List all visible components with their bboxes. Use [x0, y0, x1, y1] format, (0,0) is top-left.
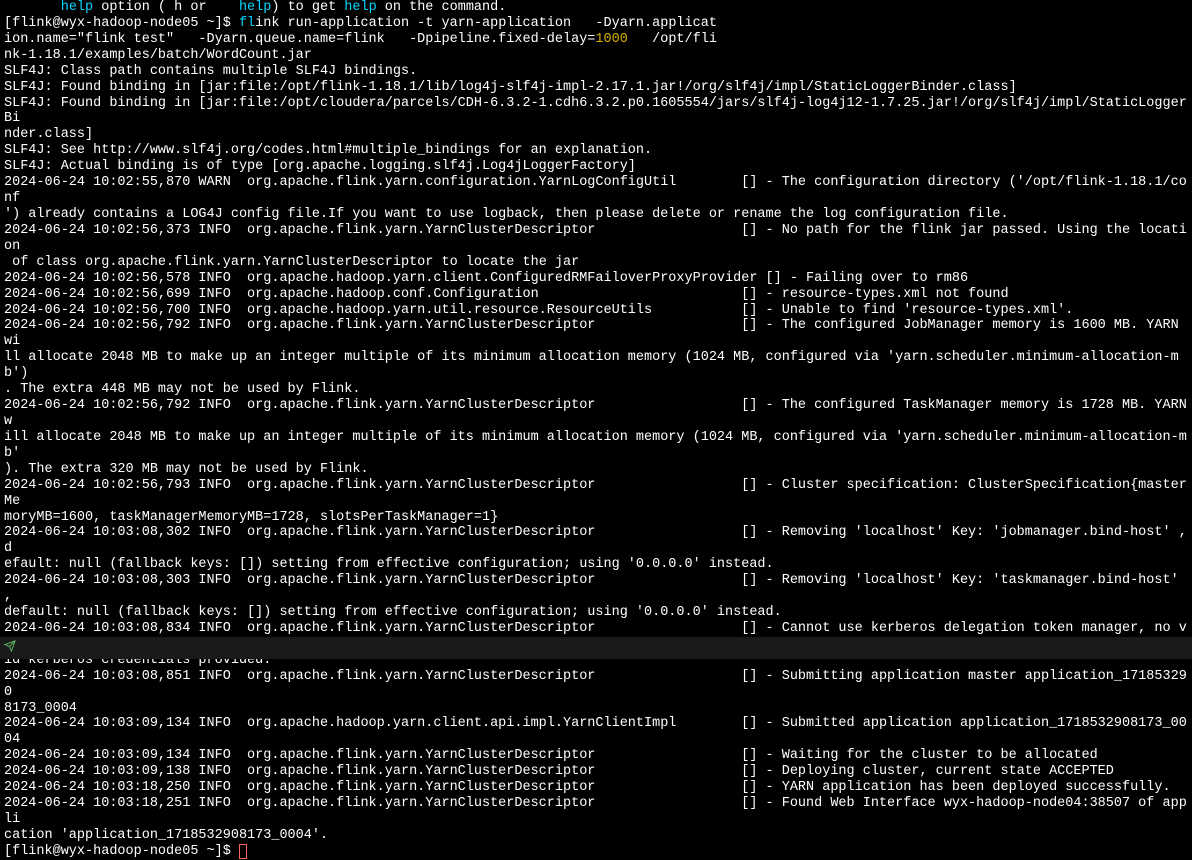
log-line: 2024-06-24 10:02:56,792 INFO org.apache.… — [4, 398, 1192, 477]
help-word: help — [215, 0, 272, 15]
log-line: 2024-06-24 10:03:09,134 INFO org.apache.… — [4, 716, 1187, 747]
log-line: 2024-06-24 10:02:56,792 INFO org.apache.… — [4, 318, 1187, 397]
log-line: 2024-06-24 10:03:18,251 INFO org.apache.… — [4, 796, 1187, 843]
send-icon[interactable] — [4, 640, 16, 657]
log-line: 2024-06-24 10:03:08,303 INFO org.apache.… — [4, 573, 1187, 620]
log-line: SLF4J: Class path contains multiple SLF4… — [4, 64, 417, 79]
log-line: SLF4J: Actual binding is of type [org.ap… — [4, 159, 636, 174]
log-line: 2024-06-24 10:02:56,699 INFO org.apache.… — [4, 287, 1009, 302]
log-line: 2024-06-24 10:03:08,851 INFO org.apache.… — [4, 669, 1187, 716]
log-line: 2024-06-24 10:02:56,700 INFO org.apache.… — [4, 303, 1073, 318]
log-line: 2024-06-24 10:02:56,373 INFO org.apache.… — [4, 223, 1187, 270]
log-line: 2024-06-24 10:02:55,870 WARN org.apache.… — [4, 175, 1187, 222]
log-line: SLF4J: Found binding in [jar:file:/opt/c… — [4, 96, 1187, 143]
log-line: 2024-06-24 10:03:18,250 INFO org.apache.… — [4, 780, 1171, 795]
help-word: help — [344, 0, 376, 15]
help-word: help — [61, 0, 93, 15]
command-number: 1000 — [595, 32, 627, 47]
shell-prompt: [flink@wyx-hadoop-node05 ~]$ — [4, 844, 239, 859]
command-prefix: fl — [239, 16, 255, 31]
line-fragment: on the command. — [377, 0, 507, 15]
terminal-cursor[interactable] — [239, 844, 247, 859]
log-line: SLF4J: See http://www.slf4j.org/codes.ht… — [4, 143, 652, 158]
log-line: 2024-06-24 10:02:56,578 INFO org.apache.… — [4, 271, 968, 286]
terminal-output[interactable]: help option ( h or help) to get help on … — [4, 0, 1188, 860]
log-line: SLF4J: Found binding in [jar:file:/opt/f… — [4, 80, 1017, 95]
line-fragment: ) to get — [271, 0, 344, 15]
shell-prompt: [flink@wyx-hadoop-node05 ~]$ — [4, 16, 239, 31]
log-line: 2024-06-24 10:03:08,302 INFO org.apache.… — [4, 525, 1192, 572]
log-line: 2024-06-24 10:03:09,134 INFO org.apache.… — [4, 748, 1098, 763]
log-line: 2024-06-24 10:02:56,793 INFO org.apache.… — [4, 478, 1187, 525]
line-fragment — [4, 0, 61, 15]
log-line: 2024-06-24 10:03:09,138 INFO org.apache.… — [4, 764, 1114, 779]
line-fragment: option ( h or — [93, 0, 215, 15]
bottom-toolbar — [0, 637, 1192, 659]
